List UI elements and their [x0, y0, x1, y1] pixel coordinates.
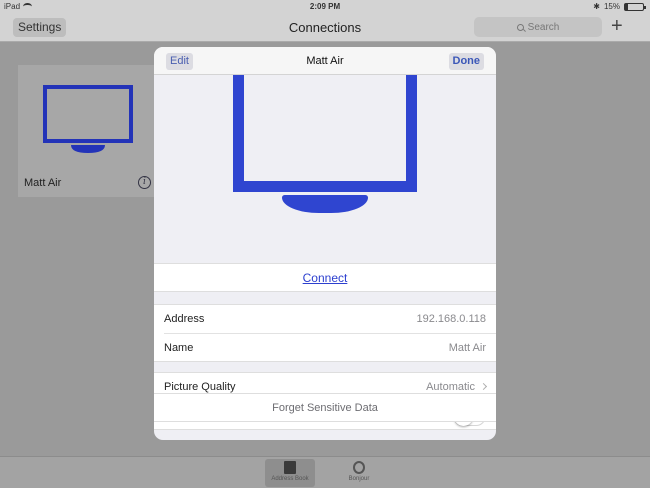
connect-link[interactable]: Connect	[303, 271, 348, 285]
chevron-right-icon	[479, 382, 488, 390]
tab-bonjour-label: Bonjour	[348, 476, 370, 482]
modal-title: Matt Air	[306, 55, 344, 67]
monitor-preview	[154, 75, 496, 263]
nav-bar: Settings Connections Search +	[0, 14, 650, 42]
tab-bonjour[interactable]: Bonjour	[334, 459, 384, 487]
status-bar: iPad 2:09 PM ✱ 15%	[0, 0, 650, 14]
address-label: Address	[164, 313, 205, 325]
connection-detail-modal: Edit Matt Air Done Connect Address 192.1…	[154, 47, 496, 440]
monitor-stand-icon	[282, 195, 368, 213]
details-group: Address 192.168.0.118 Name Matt Air	[154, 304, 496, 362]
address-book-icon	[284, 461, 296, 474]
add-connection-button[interactable]: +	[611, 15, 623, 37]
battery-percent: 15%	[603, 2, 620, 11]
status-right: ✱ 15%	[593, 2, 646, 11]
battery-fill	[625, 3, 628, 10]
large-monitor-icon	[233, 75, 417, 192]
forget-sensitive-data-button[interactable]: Forget Sensitive Data	[154, 393, 496, 422]
search-placeholder: Search	[527, 21, 560, 33]
info-icon[interactable]: i	[138, 176, 151, 189]
tab-bar: Address Book Bonjour	[0, 456, 650, 488]
forget-sensitive-data-label: Forget Sensitive Data	[272, 402, 378, 414]
bonjour-icon	[353, 461, 365, 474]
picture-quality-value: Automatic	[426, 381, 475, 393]
modal-header: Edit Matt Air Done	[154, 47, 496, 75]
connection-card[interactable]: Matt Air i	[18, 65, 158, 197]
tab-address-book[interactable]: Address Book	[265, 459, 315, 487]
search-input[interactable]: Search	[474, 17, 602, 37]
connection-card-label: Matt Air	[24, 177, 62, 189]
battery-icon	[624, 2, 646, 11]
done-button[interactable]: Done	[448, 53, 484, 70]
bluetooth-icon: ✱	[593, 2, 600, 11]
name-row: Name Matt Air	[164, 333, 496, 361]
name-value: Matt Air	[448, 342, 486, 354]
status-time: 2:09 PM	[309, 2, 341, 11]
monitor-icon	[43, 85, 133, 153]
name-label: Name	[164, 342, 194, 354]
tab-address-book-label: Address Book	[271, 476, 309, 482]
connect-row: Connect	[154, 263, 496, 292]
search-icon	[516, 23, 524, 31]
address-value: 192.168.0.118	[416, 313, 486, 325]
address-row: Address 192.168.0.118	[154, 305, 496, 333]
